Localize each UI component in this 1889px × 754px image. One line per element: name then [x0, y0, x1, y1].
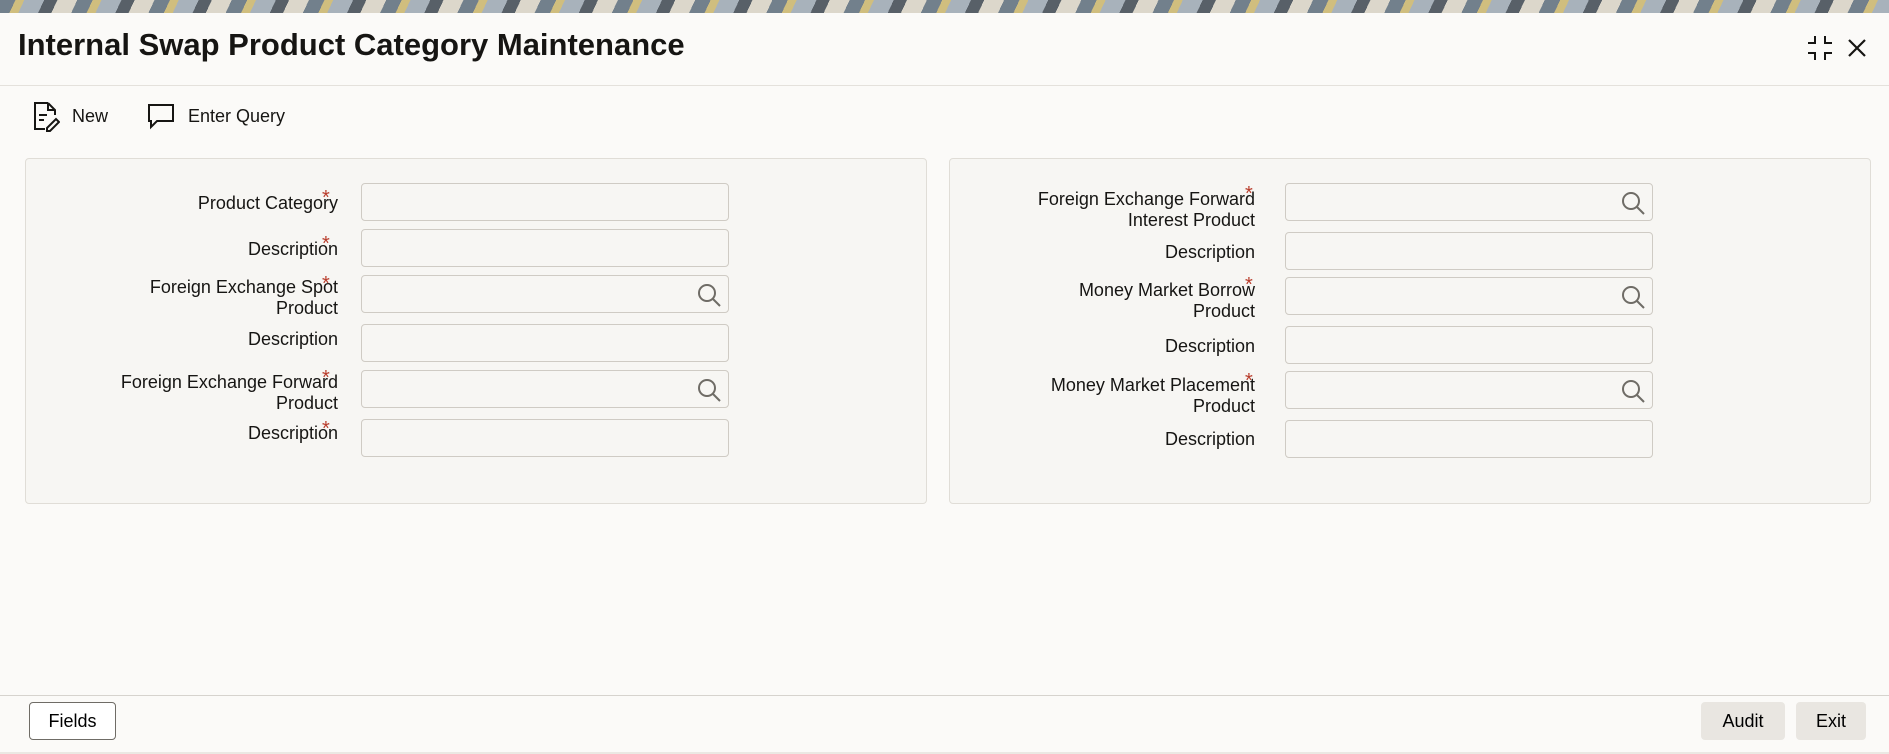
fx-forward-product-input[interactable]: [361, 370, 729, 408]
mm-borrow-label-line1: Money Market Borrow: [1078, 280, 1255, 300]
description-input[interactable]: [1285, 420, 1653, 458]
new-document-icon: [34, 102, 60, 132]
new-button-label: New: [72, 105, 109, 126]
description-input[interactable]: [1285, 232, 1653, 270]
required-marker: *: [322, 367, 330, 389]
description-input[interactable]: [361, 324, 729, 362]
chat-icon: [148, 104, 174, 130]
description-label: Description: [247, 239, 338, 259]
page-title: Internal Swap Product Category Maintenan…: [18, 27, 685, 62]
description-label: Description: [1164, 429, 1255, 449]
maintenance-window: Internal Swap Product Category Maintenan…: [0, 13, 1889, 754]
mm-placement-label-line1: Money Market Placement: [1050, 375, 1255, 395]
title-divider: [0, 85, 1889, 86]
right-panel: Foreign Exchange Forward Interest Produc…: [949, 158, 1871, 504]
search-icon[interactable]: [1620, 190, 1646, 216]
required-marker: *: [322, 187, 330, 209]
exit-button[interactable]: Exit: [1796, 702, 1866, 740]
fx-forward-product-label: Foreign Exchange Forward Product: [38, 372, 338, 414]
fx-forward-label-line1: Foreign Exchange Forward: [120, 372, 338, 392]
fx-spot-product-input[interactable]: [361, 275, 729, 313]
mm-borrow-label-line2: Product: [1192, 301, 1255, 321]
fx-forward-interest-product-label: Foreign Exchange Forward Interest Produc…: [955, 189, 1255, 231]
required-marker: *: [1245, 183, 1253, 205]
new-button[interactable]: New: [30, 98, 108, 134]
fx-fwd-interest-label-line2: Interest Product: [1127, 210, 1255, 230]
search-icon[interactable]: [696, 377, 722, 403]
fx-spot-product-label: Foreign Exchange Spot Product: [38, 277, 338, 319]
close-icon[interactable]: [1840, 31, 1874, 65]
minimize-icon[interactable]: [1803, 31, 1837, 65]
mm-borrow-product-input[interactable]: [1285, 277, 1653, 315]
description-input[interactable]: [361, 419, 729, 457]
mm-placement-label-line2: Product: [1192, 396, 1255, 416]
description-label: Description: [1164, 336, 1255, 356]
enter-query-label: Enter Query: [188, 105, 286, 126]
description-label: Description: [247, 423, 338, 443]
description-input[interactable]: [1285, 326, 1653, 364]
left-panel: Product Category * Description * Foreign…: [25, 158, 927, 504]
fx-forward-label-line2: Product: [275, 393, 338, 413]
description-label: Description: [247, 329, 338, 349]
product-category-input[interactable]: [361, 183, 729, 221]
required-marker: *: [322, 233, 330, 255]
enter-query-button[interactable]: Enter Query: [146, 98, 285, 134]
fx-forward-interest-product-input[interactable]: [1285, 183, 1653, 221]
fields-button[interactable]: Fields: [29, 702, 116, 740]
fx-spot-label-line2: Product: [275, 298, 338, 318]
fx-spot-label-line1: Foreign Exchange Spot: [149, 277, 338, 297]
audit-button[interactable]: Audit: [1701, 702, 1785, 740]
required-marker: *: [1245, 274, 1253, 296]
search-icon[interactable]: [1620, 378, 1646, 404]
description-input[interactable]: [361, 229, 729, 267]
fx-fwd-interest-label-line1: Foreign Exchange Forward: [1037, 189, 1255, 209]
search-icon[interactable]: [696, 282, 722, 308]
mm-borrow-product-label: Money Market Borrow Product: [955, 280, 1255, 322]
search-icon[interactable]: [1620, 284, 1646, 310]
mm-placement-product-input[interactable]: [1285, 371, 1653, 409]
mm-placement-product-label: Money Market Placement Product: [955, 375, 1255, 417]
header-banner: [0, 0, 1889, 13]
required-marker: *: [322, 273, 330, 295]
description-label: Description: [1164, 242, 1255, 262]
footer-divider: [0, 695, 1889, 696]
product-category-label: Product Category: [197, 193, 338, 213]
required-marker: *: [1245, 370, 1253, 392]
required-marker: *: [322, 418, 330, 440]
